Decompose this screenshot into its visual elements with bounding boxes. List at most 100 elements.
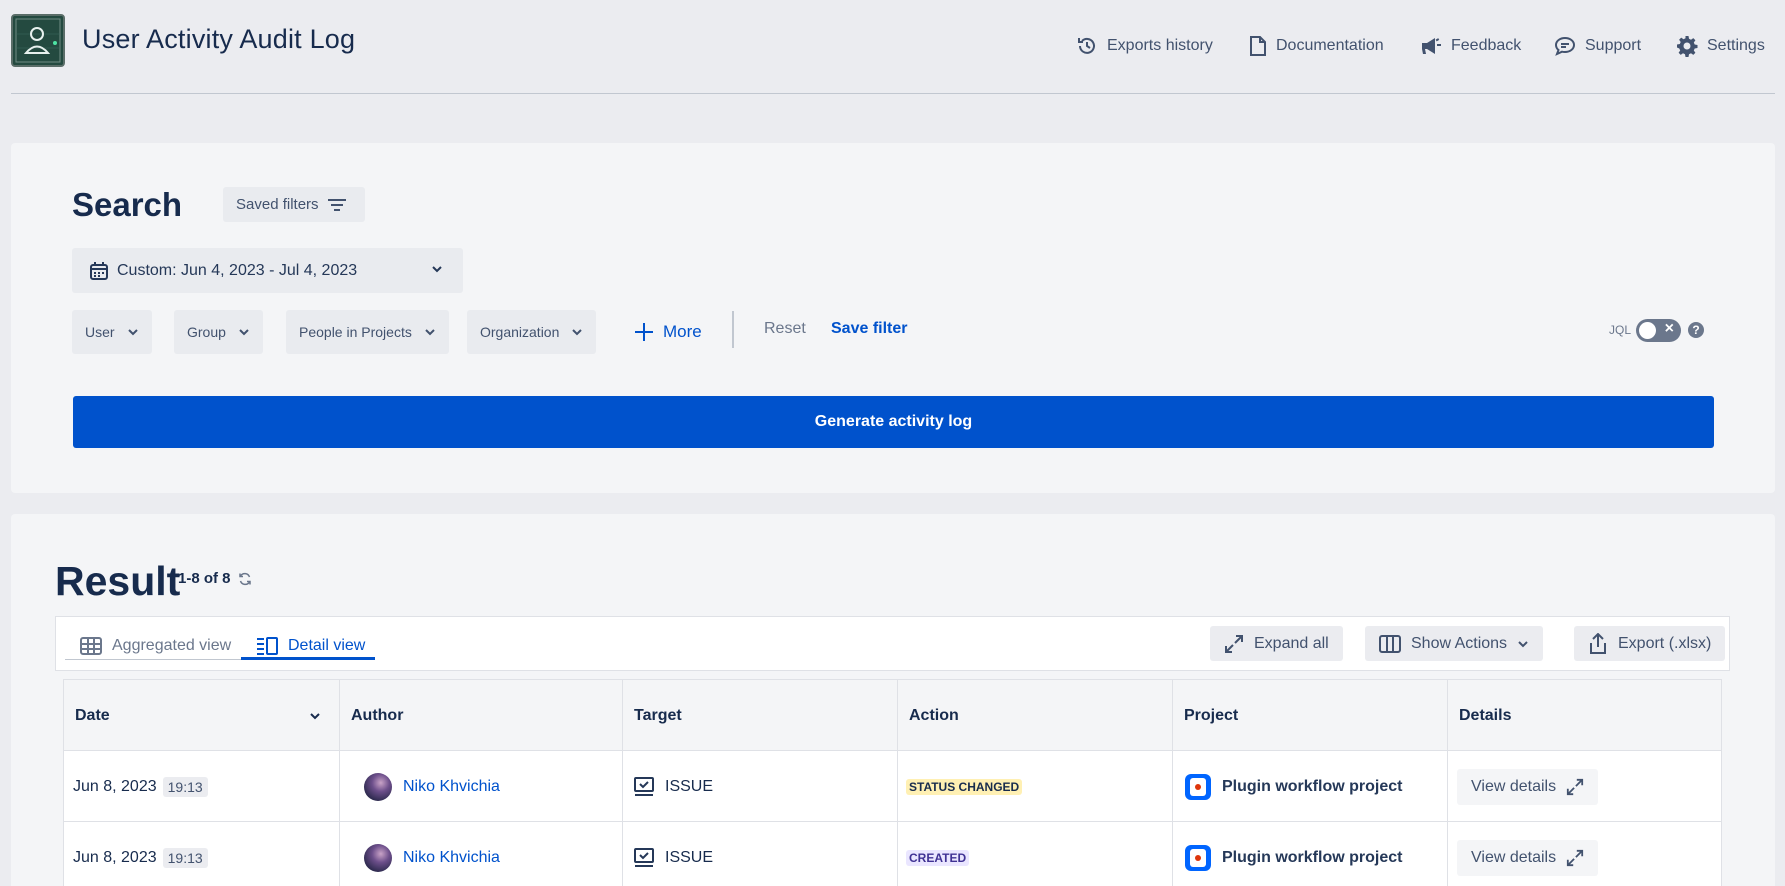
nav-support[interactable]: Support	[1554, 34, 1641, 58]
tab-label: Aggregated view	[112, 637, 232, 654]
column-header-target: Target	[622, 680, 897, 752]
expand-all-button[interactable]: Expand all	[1210, 626, 1343, 661]
reset-button[interactable]: Reset	[764, 320, 806, 338]
time-chip: 19:13	[162, 776, 208, 797]
nav-documentation[interactable]: Documentation	[1249, 34, 1384, 58]
view-details-button[interactable]: View details	[1457, 768, 1599, 805]
table-row: Jun 8, 2023 19:13 Niko Khvichia ISSUE ST…	[63, 751, 1722, 822]
column-header-project: Project	[1172, 680, 1447, 752]
megaphone-icon	[1420, 35, 1442, 57]
table-row: Jun 8, 2023 19:13 Niko Khvichia ISSUE CR…	[63, 822, 1722, 886]
column-header-author: Author	[339, 680, 622, 752]
filter-organization[interactable]: Organization	[467, 310, 597, 354]
cell-author: Niko Khvichia	[339, 822, 622, 886]
cell-date: Jun 8, 2023 19:13	[64, 751, 339, 822]
project-name: Plugin workflow project	[1222, 848, 1403, 866]
expand-icon	[1566, 849, 1584, 867]
tab-aggregated-view[interactable]: Aggregated view	[80, 631, 231, 661]
view-details-label: View details	[1471, 848, 1557, 866]
chevron-down-icon[interactable]	[309, 710, 321, 722]
filter-user[interactable]: User	[72, 310, 152, 354]
help-icon[interactable]: ?	[1688, 322, 1704, 338]
filter-people-in-projects[interactable]: People in Projects	[286, 310, 449, 354]
jql-label: JQL	[1609, 323, 1632, 337]
show-actions-dropdown[interactable]: Show Actions	[1365, 626, 1544, 661]
view-details-button[interactable]: View details	[1457, 839, 1599, 876]
document-icon	[1249, 35, 1267, 57]
chevron-down-icon	[238, 326, 250, 338]
nav-exports-history[interactable]: Exports history	[1076, 34, 1213, 58]
target-value: ISSUE	[665, 848, 714, 866]
expand-icon	[1566, 778, 1584, 796]
column-label: Details	[1459, 707, 1512, 724]
filter-label: Group	[187, 324, 226, 340]
columns-icon	[1379, 634, 1401, 653]
nav-settings[interactable]: Settings	[1676, 34, 1765, 58]
avatar	[364, 772, 392, 801]
cell-target: ISSUE	[622, 751, 897, 822]
avatar	[364, 843, 392, 872]
history-icon	[1076, 35, 1098, 57]
project-avatar	[1185, 844, 1211, 871]
cell-date: Jun 8, 2023 19:13	[64, 822, 339, 886]
export-icon	[1588, 632, 1608, 655]
column-header-date[interactable]: Date	[64, 680, 339, 752]
table-header: Date Author Target Action Project Detail…	[63, 679, 1722, 752]
cell-project: Plugin workflow project	[1172, 751, 1447, 822]
tab-label: Detail view	[288, 637, 366, 654]
cell-action: STATUS CHANGED	[897, 751, 1172, 822]
more-filters-button[interactable]: More	[633, 318, 702, 346]
saved-filters-label: Saved filters	[236, 196, 319, 213]
author-link[interactable]: Niko Khvichia	[403, 778, 500, 796]
date-range-picker[interactable]: Custom: Jun 4, 2023 - Jul 4, 2023	[72, 248, 463, 293]
column-label: Target	[634, 707, 682, 724]
refresh-icon[interactable]	[238, 572, 252, 586]
generate-activity-log-button[interactable]: Generate activity log	[73, 396, 1714, 448]
project-avatar	[1185, 773, 1211, 800]
export-xlsx-button[interactable]: Export (.xlsx)	[1574, 626, 1726, 661]
cell-details: View details	[1447, 822, 1723, 886]
filter-divider	[732, 311, 734, 348]
nav-label: Exports history	[1107, 37, 1213, 54]
nav-label: Documentation	[1276, 37, 1384, 54]
date-value: Jun 8, 2023	[73, 777, 157, 795]
header-divider	[11, 93, 1775, 94]
chevron-down-icon	[431, 263, 443, 275]
column-label: Project	[1184, 707, 1239, 724]
issue-icon	[633, 847, 655, 868]
target-value: ISSUE	[665, 777, 714, 795]
toggle-knob	[1639, 322, 1656, 339]
plus-icon	[633, 321, 655, 343]
chat-icon	[1554, 35, 1576, 57]
nav-label: Settings	[1707, 37, 1765, 54]
nav-label: Feedback	[1451, 37, 1522, 54]
chevron-down-icon	[571, 326, 583, 338]
save-filter-button[interactable]: Save filter	[831, 320, 907, 338]
app-title: User Activity Audit Log	[82, 24, 356, 54]
date-range-value: Custom: Jun 4, 2023 - Jul 4, 2023	[117, 261, 358, 279]
expand-all-label: Expand all	[1254, 634, 1329, 652]
result-title: Result	[55, 558, 181, 604]
saved-filters-button[interactable]: Saved filters	[223, 187, 365, 222]
filter-group[interactable]: Group	[174, 310, 263, 354]
calendar-icon	[89, 261, 109, 281]
chevron-down-icon	[1517, 638, 1529, 650]
jql-toggle[interactable]: ×	[1636, 319, 1681, 342]
column-label: Date	[75, 707, 110, 724]
gear-icon	[1676, 35, 1698, 57]
filter-label: Organization	[480, 324, 560, 340]
column-label: Author	[351, 707, 404, 724]
detail-view-icon	[256, 637, 278, 655]
app-logo	[11, 14, 65, 67]
expand-icon	[1224, 634, 1244, 654]
active-tab-indicator	[241, 657, 375, 660]
nav-feedback[interactable]: Feedback	[1420, 34, 1521, 58]
cell-author: Niko Khvichia	[339, 751, 622, 822]
filter-icon	[327, 197, 347, 213]
show-actions-label: Show Actions	[1411, 634, 1508, 652]
view-details-label: View details	[1471, 777, 1557, 795]
author-link[interactable]: Niko Khvichia	[403, 849, 500, 867]
cell-details: View details	[1447, 751, 1723, 822]
date-value: Jun 8, 2023	[73, 848, 157, 866]
table-icon	[80, 637, 102, 655]
